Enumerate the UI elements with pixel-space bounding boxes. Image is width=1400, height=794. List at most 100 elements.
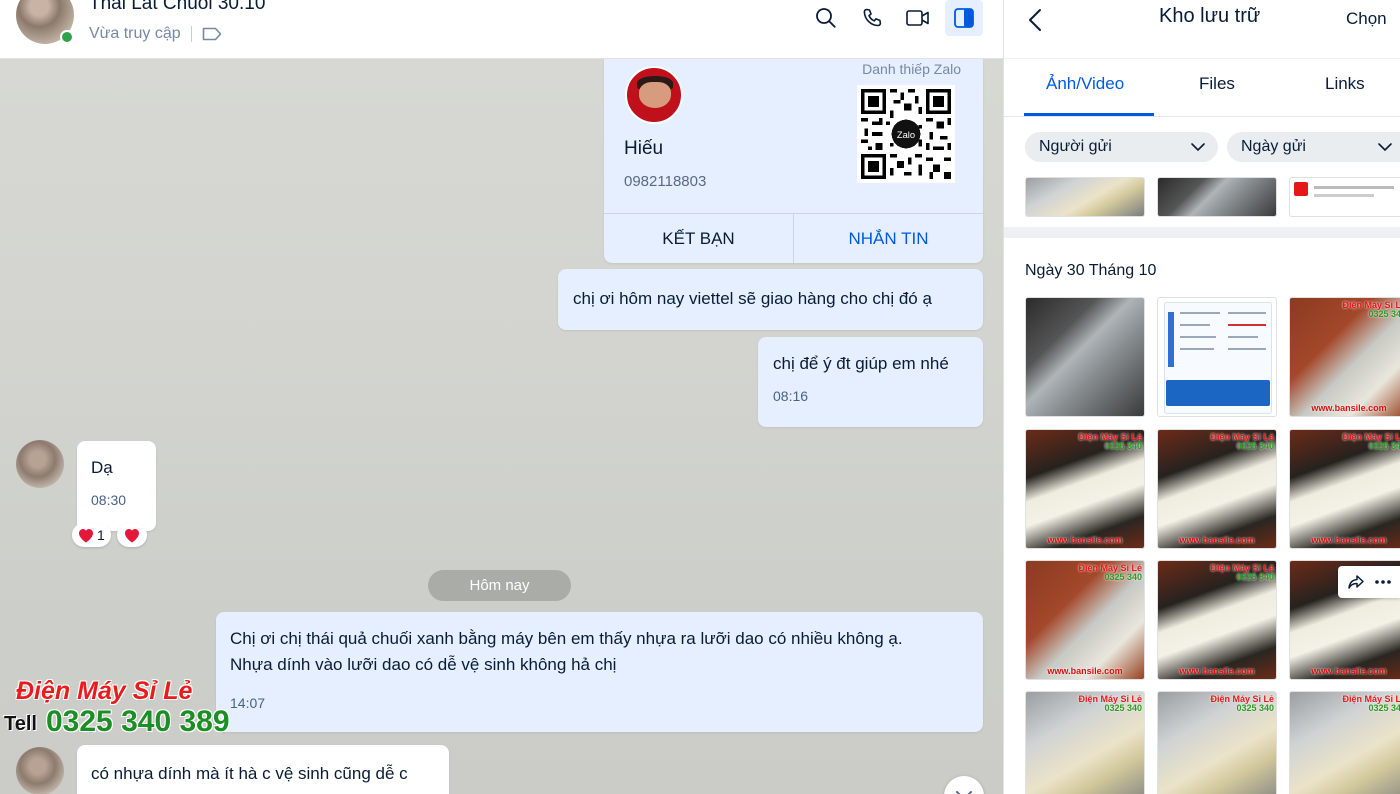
- date-filter[interactable]: Ngày gửi: [1227, 132, 1400, 162]
- heart-icon: [79, 528, 93, 542]
- message-time: 08:16: [773, 388, 809, 404]
- more-icon: [1374, 580, 1391, 584]
- contact-avatar[interactable]: [625, 66, 683, 124]
- media-thumbnail[interactable]: [1289, 177, 1400, 217]
- message-text-line-2: Nhựa dính vào lưỡi dao có dễ vệ sinh khô…: [230, 655, 617, 674]
- message-list[interactable]: Danh thiếp Zalo Hiếu 0982118803 Zalo KẾT…: [0, 59, 1003, 794]
- tab-links[interactable]: Links: [1325, 74, 1365, 94]
- date-group-label: Ngày 30 Tháng 10: [1025, 262, 1157, 279]
- overlay-site: www.bansile.com: [1179, 666, 1255, 676]
- qr-code[interactable]: Zalo: [857, 85, 955, 183]
- react-button[interactable]: [116, 523, 147, 547]
- contact-card: Danh thiếp Zalo Hiếu 0982118803 Zalo KẾT…: [604, 59, 983, 263]
- contact-card-actions: KẾT BẠN NHẮN TIN: [604, 213, 983, 263]
- contact-card-info: Danh thiếp Zalo Hiếu 0982118803 Zalo: [604, 59, 983, 213]
- storage-panel: Kho lưu trữ Chọn Ảnh/Video Files Links N…: [1003, 0, 1400, 794]
- conversation-info-toggle[interactable]: [945, 0, 983, 36]
- message-bubble-in[interactable]: Dạ 08:30: [77, 441, 156, 531]
- section-divider: [1004, 227, 1400, 238]
- date-filter-label: Ngày gửi: [1241, 138, 1306, 155]
- brand-tel-label: Tell: [4, 713, 37, 735]
- media-thumbnail[interactable]: Điện Máy Sỉ Lẻ 0325 340 www.bansile.com: [1157, 560, 1277, 680]
- brand-phone: 0325 340 389: [46, 705, 230, 738]
- media-thumbnail[interactable]: [1157, 297, 1277, 417]
- scroll-to-bottom-button[interactable]: [944, 776, 984, 794]
- contact-name: Hiếu: [624, 138, 664, 159]
- online-indicator: [60, 30, 74, 44]
- media-thumbnail[interactable]: Điện Máy Sỉ Lẻ 0325 340 www.bansile.com: [1289, 429, 1400, 549]
- tab-files[interactable]: Files: [1199, 74, 1235, 94]
- overlay-site: www.bansile.com: [1047, 535, 1123, 545]
- media-thumbnail[interactable]: Điện Máy Sỉ Lẻ 0325 340 www.bansile.com: [1025, 560, 1145, 680]
- qr-brand: Zalo: [897, 130, 915, 140]
- media-thumbnail[interactable]: Điện Máy Sỉ Lẻ 0325 340 www.bansile.com: [1289, 691, 1400, 794]
- media-thumbnail[interactable]: Điện Máy Sỉ Lẻ 0325 340 www.bansile.com: [1025, 429, 1145, 549]
- add-friend-button[interactable]: KẾT BẠN: [604, 214, 794, 263]
- media-thumbnail[interactable]: Điện Máy Sỉ Lẻ 0325 340 www.bansile.com: [1289, 297, 1400, 417]
- conversation-avatar[interactable]: [16, 0, 74, 44]
- sender-avatar[interactable]: [16, 440, 64, 488]
- overlay-phone: 0325 340: [1104, 572, 1142, 582]
- select-button[interactable]: Chọn: [1346, 9, 1387, 29]
- sidebar-toggle-icon: [954, 8, 974, 28]
- message-bubble-in[interactable]: có nhựa dính mà ít hà c vệ sinh cũng dễ …: [77, 745, 449, 794]
- overlay-site: www.bansile.com: [1311, 535, 1387, 545]
- sender-avatar[interactable]: [16, 747, 64, 794]
- chevron-down-icon: [1378, 143, 1392, 152]
- search-button[interactable]: [807, 0, 845, 36]
- search-icon: [816, 8, 836, 28]
- media-thumbnail[interactable]: [1157, 177, 1277, 217]
- back-icon: [1029, 9, 1041, 31]
- video-icon: [906, 10, 929, 26]
- thumbnail-hover-actions: [1338, 566, 1400, 598]
- last-active-status: Vừa truy cập: [89, 25, 181, 42]
- message-time: 14:07: [230, 695, 266, 711]
- media-thumbnail[interactable]: Điện Máy Sỉ Lẻ 0325 340 www.bansile.com: [1157, 691, 1277, 794]
- active-tab-indicator: [1024, 113, 1154, 116]
- chevron-down-icon: [956, 791, 972, 794]
- chat-header: Thái Lát Chuối 30.10 Vừa truy cập: [0, 0, 1003, 59]
- message-bubble-out[interactable]: chị để ý đt giúp em nhé 08:16: [758, 337, 983, 427]
- sender-filter[interactable]: Người gửi: [1025, 132, 1218, 162]
- message-text: Dạ: [91, 458, 113, 477]
- message-time: 08:30: [91, 492, 127, 508]
- chevron-down-icon: [1191, 143, 1205, 152]
- call-button[interactable]: [853, 0, 891, 36]
- reaction-summary[interactable]: 1: [72, 523, 111, 547]
- back-button[interactable]: [1024, 6, 1048, 34]
- media-tabs: Ảnh/Video Files Links: [1004, 59, 1400, 117]
- conversation-title[interactable]: Thái Lát Chuối 30.10: [89, 0, 265, 15]
- tag-icon[interactable]: [202, 27, 222, 41]
- overlay-phone: 0325 340: [1236, 441, 1274, 451]
- chat-column: Thái Lát Chuối 30.10 Vừa truy cập Danh t…: [0, 0, 1003, 794]
- media-thumbnail[interactable]: Điện Máy Sỉ Lẻ 0325 340 www.bansile.com: [1025, 691, 1145, 794]
- overlay-phone: 0325 340: [1104, 703, 1142, 713]
- media-filters: Người gửi Ngày gửi: [1004, 117, 1400, 177]
- send-message-button[interactable]: NHẮN TIN: [794, 214, 983, 263]
- tab-photos-videos[interactable]: Ảnh/Video: [1046, 74, 1124, 94]
- more-button[interactable]: [1374, 579, 1392, 585]
- reaction-row: 1: [72, 523, 147, 547]
- day-divider: Hôm nay: [428, 570, 571, 601]
- overlay-site: www.bansile.com: [1179, 535, 1255, 545]
- media-thumbnail[interactable]: [1025, 177, 1145, 217]
- overlay-phone: 0325 340: [1368, 441, 1400, 451]
- message-text-line-1: Chị ơi chị thái quả chuối xanh bằng máy …: [230, 629, 903, 648]
- overlay-phone: 0325 340: [1104, 441, 1142, 451]
- heart-icon: [124, 528, 139, 542]
- share-icon: [1347, 575, 1364, 589]
- overlay-site: www.bansile.com: [1311, 403, 1387, 413]
- message-bubble-out[interactable]: chị ơi hôm nay viettel sẽ giao hàng cho …: [558, 269, 983, 330]
- divider: [190, 26, 192, 42]
- overlay-phone: 0325 340: [1368, 309, 1400, 319]
- media-thumbnail[interactable]: [1025, 297, 1145, 417]
- video-call-button[interactable]: [899, 0, 937, 36]
- brand-name: Điện Máy Sỉ Lẻ: [16, 677, 193, 705]
- overlay-phone: 0325 340: [1236, 572, 1274, 582]
- message-bubble-out[interactable]: Chị ơi chị thái quả chuối xanh bằng máy …: [216, 612, 983, 732]
- share-button[interactable]: [1347, 574, 1365, 590]
- media-thumbnail[interactable]: Điện Máy Sỉ Lẻ 0325 340 www.bansile.com: [1157, 429, 1277, 549]
- panel-header: Kho lưu trữ Chọn: [1004, 0, 1400, 59]
- header-actions: [807, 0, 983, 36]
- message-text: có nhựa dính mà ít hà c vệ sinh cũng dễ …: [91, 764, 408, 783]
